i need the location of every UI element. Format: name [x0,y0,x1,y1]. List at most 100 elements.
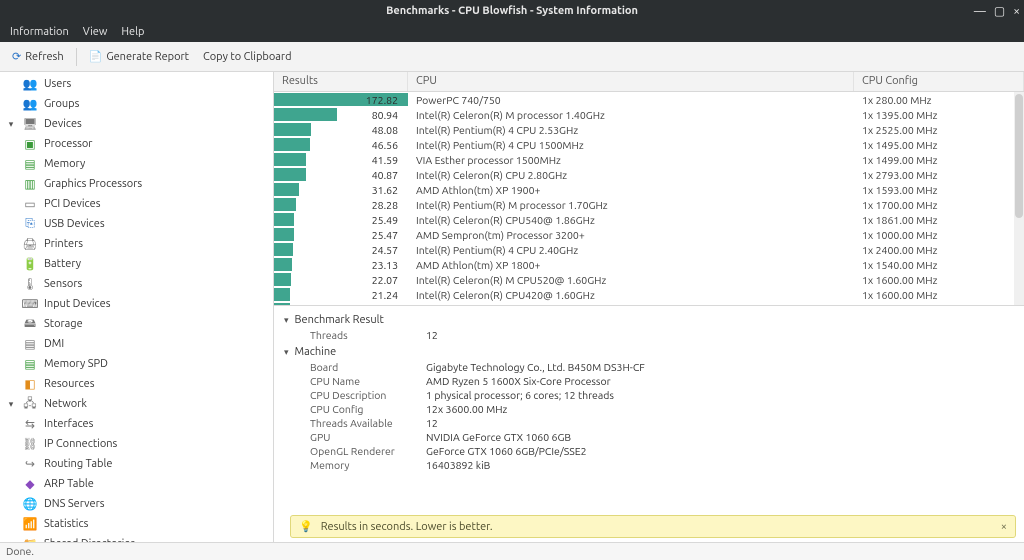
table-row[interactable]: 25.49Intel(R) Celeron(R) CPU540@ 1.86GHz… [274,212,1024,227]
sidebar-item[interactable]: ↪Routing Table [0,454,273,474]
category-icon: 🖧 [22,396,38,412]
sidebar-item[interactable]: 🔋Battery [0,254,273,274]
sidebar-item[interactable]: 🌡 Sensors [0,274,273,294]
table-row[interactable]: 25.47AMD Sempron(tm) Processor 3200+1x 1… [274,227,1024,242]
cell-results: 172.82 [274,92,408,107]
window-title: Benchmarks - CPU Blowfish - System Infor… [386,5,638,17]
scrollbar-thumb[interactable] [1015,94,1023,218]
result-value: 172.82 [366,94,400,106]
sidebar-item[interactable]: ◆ARP Table [0,474,273,494]
toolbar-separator [76,48,77,66]
sidebar-item[interactable]: ◧Resources [0,374,273,394]
detail-key: CPU Config [310,403,426,415]
cell-results: 22.07 [274,272,408,287]
group-label: Benchmark Result [295,314,384,326]
item-icon: 🌡 [22,276,38,292]
close-button[interactable]: × [1013,5,1020,18]
table-row[interactable]: 22.07Intel(R) Celeron(R) M CPU520@ 1.60G… [274,272,1024,287]
sidebar-item[interactable]: ▥Graphics Processors [0,174,273,194]
menubar: Information View Help [0,22,1024,42]
table-body[interactable]: 172.82PowerPC 740/7501x 280.00 MHz80.94I… [274,92,1024,306]
sidebar-item[interactable]: ▣Processor [0,134,273,154]
result-bar [274,213,294,226]
cell-results: 25.47 [274,227,408,242]
col-results[interactable]: Results [274,72,408,91]
sidebar-category[interactable]: ▾🖥Devices [0,114,273,134]
sidebar-item[interactable]: ▤Memory [0,154,273,174]
sidebar-category[interactable]: ▾🖧Network [0,394,273,414]
item-icon: 🖨 [22,236,38,252]
table-row[interactable]: 41.59VIA Esther processor 1500MHz1x 1499… [274,152,1024,167]
item-icon: ◆ [22,476,38,492]
cell-config: 1x 1000.00 MHz [854,229,1024,241]
menu-information[interactable]: Information [10,26,69,38]
cell-results: 31.62 [274,182,408,197]
generate-report-button[interactable]: 📄 Generate Report [83,47,195,66]
item-icon: ⇆ [22,416,38,432]
info-close-button[interactable]: × [1001,521,1007,533]
col-cpu[interactable]: CPU [408,72,854,91]
statusbar: Done. [0,542,1024,560]
sidebar-item[interactable]: 📶Statistics [0,514,273,534]
cell-results: 25.49 [274,212,408,227]
table-row[interactable]: 48.08Intel(R) Pentium(R) 4 CPU 2.53GHz1x… [274,122,1024,137]
table-row[interactable]: 31.62AMD Athlon(tm) XP 1900+1x 1593.00 M… [274,182,1024,197]
col-config[interactable]: CPU Config [854,72,1024,91]
detail-key: OpenGL Renderer [310,445,426,457]
sidebar-item[interactable]: ⌨Input Devices [0,294,273,314]
sidebar-item[interactable]: ▤DMI [0,334,273,354]
sidebar-item[interactable]: ⎘USB Devices [0,214,273,234]
detail-group-header[interactable]: ▾Machine [284,344,1014,360]
cell-config: 1x 1499.00 MHz [854,154,1024,166]
table-row[interactable]: 23.13AMD Athlon(tm) XP 1800+1x 1540.00 M… [274,257,1024,272]
disclosure-triangle-icon: ▾ [6,399,16,410]
table-row[interactable]: 172.82PowerPC 740/7501x 280.00 MHz [274,92,1024,107]
result-bar [274,198,296,211]
table-row[interactable]: 46.56Intel(R) Pentium(R) 4 CPU 1500MHz1x… [274,137,1024,152]
table-row[interactable]: 80.94Intel(R) Celeron(R) M processor 1.4… [274,107,1024,122]
sidebar-item[interactable]: 🌐DNS Servers [0,494,273,514]
sidebar-item[interactable]: 👥Users [0,74,273,94]
sidebar-item[interactable]: ⛓IP Connections [0,434,273,454]
results-table: Results CPU CPU Config 172.82 PowerPC 740… [274,72,1024,306]
sidebar-item[interactable]: 📁Shared Directories [0,534,273,542]
item-label: DNS Servers [44,498,105,510]
sidebar-item[interactable]: 👥Groups [0,94,273,114]
item-icon: ◧ [22,376,38,392]
maximize-button[interactable]: ▢ [994,4,1005,18]
menu-view[interactable]: View [83,26,108,38]
detail-row: CPU Config12x 3600.00 MHz [284,402,1014,416]
item-label: Sensors [44,278,82,290]
copy-to-clipboard-button[interactable]: Copy to Clipboard [197,48,298,66]
scrollbar[interactable] [1014,92,1024,306]
cell-config: 1x 1861.00 MHz [854,214,1024,226]
sidebar-item[interactable]: ▤Memory SPD [0,354,273,374]
minimize-button[interactable]: — [974,5,986,18]
result-bar [274,108,337,121]
detail-key: Threads [310,329,426,341]
result-value: 21.24 [372,289,400,301]
item-icon: 📶 [22,516,38,532]
app-window: Benchmarks - CPU Blowfish - System Infor… [0,0,1024,560]
cell-results: 23.13 [274,257,408,272]
sidebar-item[interactable]: 🖴Storage [0,314,273,334]
item-label: Memory SPD [44,358,108,370]
cell-cpu: Intel(R) Celeron(R) M processor 1.40GHz [408,109,854,121]
sidebar[interactable]: 👥Users👥Groups▾🖥Devices▣Processor▤Memory▥… [0,72,274,542]
cell-cpu: PowerPC 740/750 [408,94,854,106]
sidebar-item[interactable]: 🖨Printers [0,234,273,254]
table-row[interactable]: 24.57Intel(R) Pentium(R) 4 CPU 2.40GHz1x… [274,242,1024,257]
sidebar-item[interactable]: ▭PCI Devices [0,194,273,214]
item-label: Routing Table [44,458,112,470]
table-row[interactable]: 40.87Intel(R) Celeron(R) CPU 2.80GHz1x 2… [274,167,1024,182]
refresh-button[interactable]: ⟳ Refresh [6,47,70,66]
detail-pane[interactable]: ▾Benchmark ResultThreads12▾MachineBoardG… [274,306,1024,542]
cell-cpu: Intel(R) Celeron(R) CPU420@ 1.60GHz [408,289,854,301]
table-row[interactable]: 21.24 Intel(R) Celeron(R) CPU420@ 1.60GHz… [274,287,1024,302]
detail-group-header[interactable]: ▾Benchmark Result [284,312,1014,328]
menu-help[interactable]: Help [121,26,144,38]
sidebar-item[interactable]: ⇆Interfaces [0,414,273,434]
detail-value: 1 physical processor; 6 cores; 12 thread… [426,389,1014,401]
table-row[interactable]: 28.28Intel(R) Pentium(R) M processor 1.7… [274,197,1024,212]
detail-row: Memory16403892 kiB [284,458,1014,472]
